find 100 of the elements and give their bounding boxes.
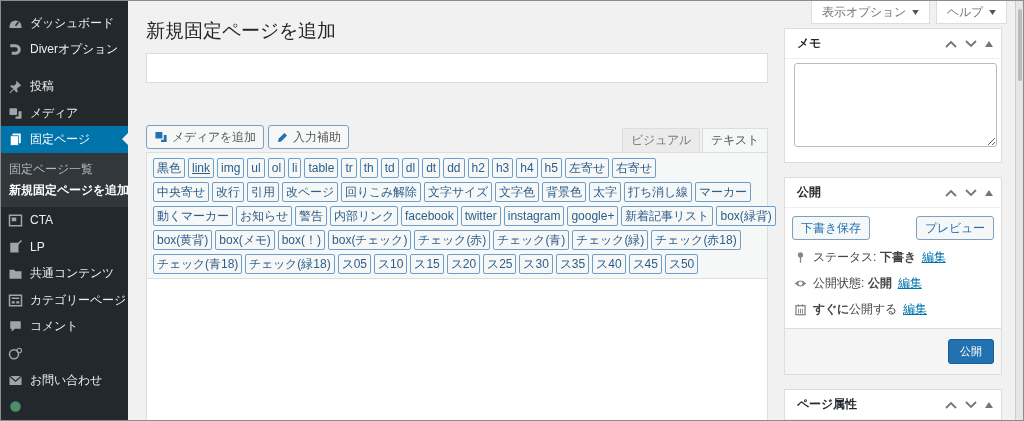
quicktag-button[interactable]: ol <box>267 158 286 178</box>
quicktag-button[interactable]: h4 <box>516 158 538 178</box>
quicktag-button[interactable]: box(！) <box>277 230 326 250</box>
quicktag-button[interactable]: ス25 <box>483 254 517 274</box>
chevron-down-icon[interactable] <box>965 39 977 48</box>
quicktag-button[interactable]: tr <box>341 158 357 178</box>
sidebar-item[interactable]: 共通コンテンツ <box>1 260 128 287</box>
quicktag-button[interactable]: instagram <box>503 206 565 226</box>
media-button[interactable]: メディアを追加 <box>146 125 264 149</box>
quicktag-button[interactable]: 打ち消し線 <box>624 182 692 202</box>
preview-button[interactable]: プレビュー <box>916 216 994 240</box>
edit-link[interactable]: 編集 <box>921 248 946 266</box>
quicktag-button[interactable]: google+ <box>567 206 619 226</box>
editor-tab[interactable]: ビジュアル <box>622 128 700 152</box>
quicktag-button[interactable]: table <box>304 158 339 178</box>
sidebar-item[interactable]: カテゴリーページ <box>1 286 128 314</box>
quicktag-button[interactable]: dd <box>443 158 465 178</box>
quicktag-button[interactable]: 動くマーカー <box>153 206 233 226</box>
quicktag-button[interactable]: box(緑背) <box>716 206 776 226</box>
quicktag-button[interactable]: twitter <box>460 206 501 226</box>
quicktag-button[interactable]: チェック(青18) <box>153 254 243 274</box>
chevron-down-icon[interactable] <box>965 188 977 197</box>
quicktag-button[interactable]: li <box>288 158 302 178</box>
chevron-up-icon[interactable] <box>945 188 957 197</box>
quicktag-button[interactable]: th <box>359 158 378 178</box>
screen-meta-button[interactable]: ヘルプ <box>936 1 1007 24</box>
sidebar-item[interactable]: メディア <box>1 99 128 127</box>
collapse-toggle-icon[interactable] <box>985 40 993 47</box>
quicktag-button[interactable]: 引用 <box>247 182 279 202</box>
chevron-down-icon[interactable] <box>965 400 977 409</box>
quicktag-button[interactable]: 改行 <box>212 182 244 202</box>
sidebar-item[interactable]: LP <box>1 233 128 261</box>
chevron-up-icon[interactable] <box>945 400 957 409</box>
quicktag-button[interactable]: h2 <box>467 158 489 178</box>
sidebar-item[interactable]: ダッシュボード <box>1 10 128 37</box>
publish-button[interactable]: 公開 <box>948 339 994 364</box>
quicktag-button[interactable]: お知らせ <box>236 206 292 226</box>
sidebar-item[interactable]: Diverオプション <box>1 36 128 64</box>
quicktag-button[interactable]: dl <box>401 158 420 178</box>
calendar-icon <box>794 302 807 316</box>
quicktag-button[interactable]: ス10 <box>374 254 408 274</box>
quicktag-button[interactable]: マーカー <box>695 182 751 202</box>
quicktag-button[interactable]: チェック(赤) <box>414 230 491 250</box>
media-button[interactable]: 入力補助 <box>268 125 349 149</box>
quicktag-button[interactable]: ス20 <box>446 254 481 274</box>
quicktag-button[interactable]: チェック(赤18) <box>651 230 741 250</box>
quicktag-button[interactable]: 回りこみ解除 <box>341 182 421 202</box>
collapse-toggle-icon[interactable] <box>985 189 993 196</box>
quicktag-button[interactable]: ス50 <box>664 254 699 274</box>
memo-field[interactable] <box>794 63 997 147</box>
screen-meta-button[interactable]: 表示オプション <box>811 1 930 24</box>
quicktag-button[interactable]: ス30 <box>519 254 553 274</box>
sidebar-item[interactable]: 固定ページ <box>1 126 128 154</box>
edit-link[interactable]: 編集 <box>897 274 922 292</box>
quicktag-button[interactable]: ス15 <box>410 254 444 274</box>
quicktag-button[interactable]: 左寄せ <box>564 158 609 178</box>
quicktag-button[interactable]: td <box>380 158 399 178</box>
quicktag-button[interactable]: ス05 <box>337 254 372 274</box>
submenu-item[interactable]: 固定ページ一覧 <box>1 159 128 181</box>
quicktag-button[interactable]: チェック(緑18) <box>245 254 335 274</box>
quicktag-button[interactable]: ul <box>247 158 265 178</box>
save-draft-button[interactable]: 下書き保存 <box>792 216 870 240</box>
quicktag-button[interactable]: ス45 <box>628 254 662 274</box>
sidebar-item[interactable]: コメント <box>1 313 128 341</box>
editor-tab[interactable]: テキスト <box>702 128 768 152</box>
quicktag-button[interactable]: 背景色 <box>542 182 586 202</box>
quicktag-button[interactable]: 中央寄せ <box>153 182 209 202</box>
quicktag-button[interactable]: facebook <box>401 206 458 226</box>
quicktag-button[interactable]: h5 <box>540 158 562 178</box>
collapse-toggle-icon[interactable] <box>985 401 993 408</box>
edit-link[interactable]: 編集 <box>903 300 927 318</box>
quicktag-button[interactable]: チェック(青) <box>493 230 570 250</box>
quicktag-button[interactable]: box(チェック) <box>328 230 412 250</box>
quicktag-button[interactable]: チェック(緑) <box>572 230 649 250</box>
quicktag-button[interactable]: 右寄せ <box>611 158 656 178</box>
sidebar-item[interactable]: 投稿 <box>1 73 128 100</box>
quicktag-button[interactable]: 改ページ <box>282 182 338 202</box>
quicktag-button[interactable]: 新着記事リスト <box>621 206 714 226</box>
sidebar-item[interactable]: CTA <box>1 207 128 234</box>
panel-title: メモ <box>797 36 822 51</box>
quicktag-button[interactable]: box(黄背) <box>153 230 213 250</box>
quicktag-button[interactable]: 太字 <box>589 182 621 202</box>
quicktag-button[interactable]: ス40 <box>592 254 626 274</box>
quicktag-button[interactable]: box(メモ) <box>215 230 275 250</box>
quicktag-button[interactable]: img <box>217 158 245 178</box>
quicktag-button[interactable]: 黒色 <box>153 158 185 178</box>
quicktag-button[interactable]: h3 <box>491 158 514 178</box>
title-input[interactable] <box>146 53 768 83</box>
cta-icon <box>8 212 23 228</box>
chevron-up-icon[interactable] <box>945 39 957 48</box>
quicktag-button[interactable]: link <box>188 158 214 178</box>
quicktag-button[interactable]: ス35 <box>555 254 590 274</box>
quicktag-button[interactable]: 警告 <box>295 206 327 226</box>
submenu-item[interactable]: 新規固定ページを追加 <box>1 180 128 202</box>
quicktag-button[interactable]: 内部リンク <box>330 206 398 226</box>
scrollbar[interactable] <box>1015 1 1023 420</box>
quicktag-button[interactable]: 文字色 <box>495 182 539 202</box>
quicktag-button[interactable]: dt <box>422 158 441 178</box>
quicktag-button[interactable]: 文字サイズ <box>424 182 492 202</box>
sidebar-item[interactable]: お問い合わせ <box>1 366 128 394</box>
